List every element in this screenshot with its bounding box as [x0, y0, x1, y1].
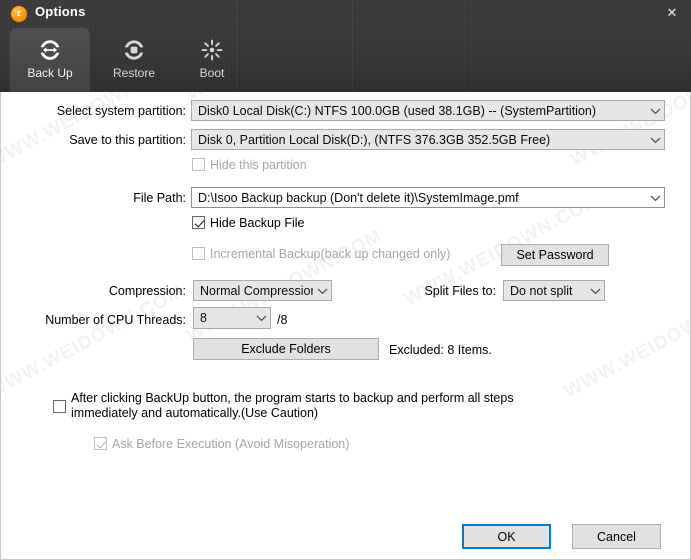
ask-before-execution-row[interactable]: Ask Before Execution (Avoid Misoperation… — [94, 437, 349, 452]
cpu-threads-value: 8 — [200, 311, 207, 325]
save-to-partition-label: Save to this partition: — [69, 133, 186, 147]
chevron-down-icon — [586, 281, 604, 300]
incremental-backup-label: Incremental Backup(back up changed only) — [210, 247, 451, 261]
compression-dropdown[interactable]: Normal Compression — [193, 280, 332, 301]
tab-restore[interactable]: Restore — [94, 28, 174, 92]
window-header: 𝔯 Options ✕ Back Up Restore Boot — [0, 0, 691, 92]
window-title: Options — [35, 4, 86, 19]
title-bar: 𝔯 Options ✕ — [0, 0, 691, 28]
chevron-down-icon — [646, 101, 664, 120]
split-files-value: Do not split — [510, 283, 573, 298]
tab-boot[interactable]: Boot — [172, 28, 252, 92]
chevron-down-icon — [313, 281, 331, 300]
chevron-down-icon — [646, 188, 664, 207]
hide-backup-file-label: Hide Backup File — [210, 216, 305, 230]
app-logo-icon: 𝔯 — [11, 6, 27, 22]
chevron-down-icon — [646, 130, 664, 149]
close-icon[interactable]: ✕ — [657, 2, 687, 24]
ask-before-execution-checkbox[interactable] — [94, 437, 107, 450]
cpu-threads-label: Number of CPU Threads: — [45, 313, 186, 327]
exclude-folders-button[interactable]: Exclude Folders — [193, 338, 379, 360]
select-system-partition-value: Disk0 Local Disk(C:) NTFS 100.0GB (used … — [198, 103, 597, 118]
file-path-dropdown[interactable]: D:\Isoo Backup backup (Don't delete it)\… — [191, 187, 665, 208]
cpu-threads-dropdown[interactable]: 8 — [193, 307, 271, 329]
auto-backup-row[interactable]: After clicking BackUp button, the progra… — [53, 391, 541, 421]
options-dialog: 𝔯 Options ✕ Back Up Restore Boot WWW.WEI… — [0, 0, 691, 560]
save-to-partition-dropdown[interactable]: Disk 0, Partition Local Disk(D:), (NTFS … — [191, 129, 665, 150]
cancel-button[interactable]: Cancel — [572, 524, 661, 549]
excluded-status: Excluded: 8 Items. — [389, 343, 492, 357]
split-files-label: Split Files to: — [424, 284, 496, 298]
restore-icon — [121, 37, 147, 63]
ok-button[interactable]: OK — [462, 524, 551, 549]
tab-backup-label: Back Up — [27, 66, 73, 80]
hide-this-partition-row[interactable]: Hide this partition — [192, 158, 307, 173]
auto-backup-label: After clicking BackUp button, the progra… — [71, 391, 514, 420]
hide-backup-file-checkbox[interactable] — [192, 216, 205, 229]
ask-before-execution-label: Ask Before Execution (Avoid Misoperation… — [112, 437, 350, 451]
app-logo-glyph: 𝔯 — [17, 8, 21, 19]
hide-this-partition-label: Hide this partition — [210, 158, 307, 172]
hide-backup-file-row[interactable]: Hide Backup File — [192, 216, 305, 231]
set-password-button[interactable]: Set Password — [501, 244, 609, 266]
compression-label: Compression: — [108, 284, 186, 298]
cpu-threads-total: /8 — [277, 313, 288, 327]
file-path-label: File Path: — [133, 191, 186, 205]
chevron-down-icon — [252, 308, 270, 328]
incremental-backup-checkbox[interactable] — [192, 247, 205, 260]
file-path-value: D:\Isoo Backup backup (Don't delete it)\… — [198, 190, 519, 205]
tab-restore-label: Restore — [112, 66, 156, 80]
compression-value: Normal Compression — [200, 283, 313, 298]
auto-backup-checkbox[interactable] — [53, 399, 66, 413]
hide-this-partition-checkbox[interactable] — [192, 158, 205, 171]
dialog-body: WWW.WEIDOWN.COM WWW.WEIDOWN.COM WWW.WEID… — [0, 92, 691, 560]
backup-icon — [37, 37, 63, 63]
tab-bar: Back Up Restore Boot — [0, 28, 691, 92]
tab-backup[interactable]: Back Up — [10, 28, 90, 92]
save-to-partition-value: Disk 0, Partition Local Disk(D:), (NTFS … — [198, 132, 551, 147]
select-system-partition-dropdown[interactable]: Disk0 Local Disk(C:) NTFS 100.0GB (used … — [191, 100, 665, 121]
watermark: WWW.WEIDOWN.COM — [0, 281, 188, 403]
tab-boot-label: Boot — [199, 66, 225, 80]
incremental-backup-row[interactable]: Incremental Backup(back up changed only) — [192, 247, 450, 262]
boot-icon — [199, 37, 225, 63]
split-files-dropdown[interactable]: Do not split — [503, 280, 605, 301]
select-system-partition-label: Select system partition: — [56, 104, 186, 118]
